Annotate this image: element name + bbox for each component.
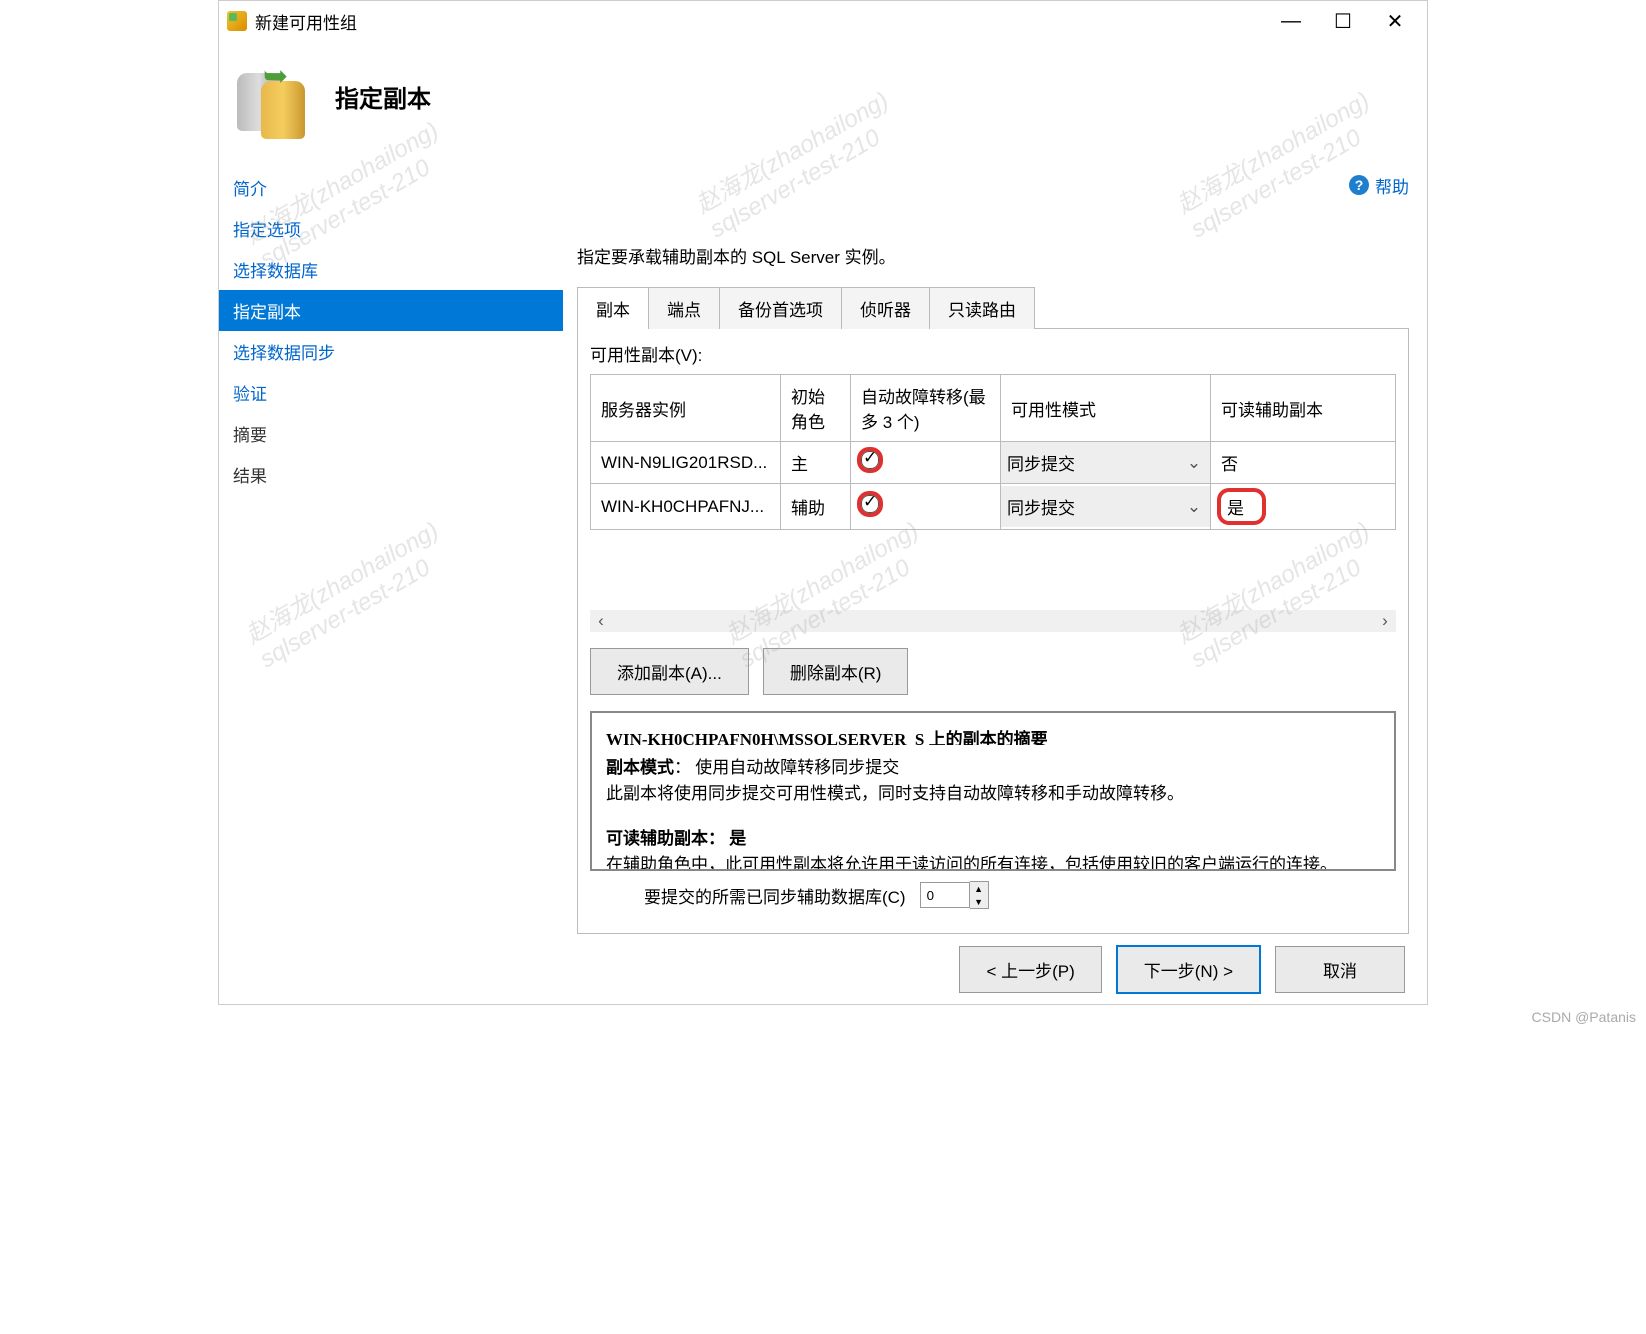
- tab-endpoints[interactable]: 端点: [648, 287, 720, 329]
- section-label: 可用性副本(V):: [590, 341, 1396, 366]
- commit-label: 要提交的所需已同步辅助数据库(C): [644, 883, 906, 908]
- replicas-table: 服务器实例 初始角色 自动故障转移(最多 3 个) 可用性模式 可读辅助副本 W…: [590, 374, 1396, 530]
- table-row[interactable]: WIN-KH0CHPAFNJ... 辅助 同步提交⌄ 是: [591, 484, 1396, 530]
- sidebar-item-data-sync[interactable]: 选择数据同步: [219, 331, 563, 372]
- tab-replicas[interactable]: 副本: [577, 287, 649, 329]
- col-server: 服务器实例: [591, 375, 781, 442]
- col-auto-failover: 自动故障转移(最多 3 个): [851, 375, 1001, 442]
- scroll-right-icon[interactable]: ›: [1374, 611, 1396, 631]
- prev-button[interactable]: < 上一步(P): [959, 946, 1101, 993]
- spin-up-icon[interactable]: ▲: [970, 882, 988, 895]
- footer: < 上一步(P) 下一步(N) > 取消: [219, 934, 1427, 1004]
- col-mode: 可用性模式: [1001, 375, 1211, 442]
- sidebar-item-intro[interactable]: 简介: [219, 167, 563, 208]
- cell-role: 辅助: [781, 484, 851, 530]
- window-title: 新建可用性组: [255, 9, 1279, 34]
- sidebar-item-result[interactable]: 结果: [219, 454, 563, 495]
- attribution: CSDN @Patanis: [0, 1005, 1646, 1029]
- scroll-left-icon[interactable]: ‹: [590, 611, 612, 631]
- chevron-down-icon[interactable]: ⌄: [1184, 453, 1204, 473]
- sidebar: 简介 指定选项 选择数据库 指定副本 选择数据同步 验证 摘要 结果: [219, 151, 563, 934]
- titlebar: 新建可用性组 — ☐ ✕: [219, 1, 1427, 41]
- mode-select[interactable]: 同步提交: [1007, 450, 1184, 475]
- tab-readonly-routing[interactable]: 只读路由: [929, 287, 1035, 329]
- app-icon: [227, 11, 247, 31]
- cell-server: WIN-N9LIG201RSD...: [591, 442, 781, 484]
- cell-readable[interactable]: 是: [1221, 492, 1262, 521]
- tab-listener[interactable]: 侦听器: [841, 287, 930, 329]
- info-header: WIN-KH0CHPAFN0H\MSSQLSERVER_S 上的副本的摘要: [606, 727, 1374, 745]
- auto-failover-checkbox[interactable]: [861, 495, 879, 513]
- instruction-text: 指定要承载辅助副本的 SQL Server 实例。: [577, 243, 1409, 268]
- info-read-desc: 在辅助角色中，此可用性副本将允许用于读访问的所有连接，包括使用较旧的客户端运行的…: [606, 852, 1374, 871]
- info-mode-desc: 此副本将使用同步提交可用性模式，同时支持自动故障转移和手动故障转移。: [606, 781, 1374, 807]
- info-read-label: 可读辅助副本： 是: [606, 829, 746, 848]
- commit-count-input[interactable]: [920, 882, 970, 908]
- table-row[interactable]: WIN-N9LIG201RSD... 主 同步提交⌄ 否: [591, 442, 1396, 484]
- sidebar-item-summary[interactable]: 摘要: [219, 413, 563, 454]
- help-link[interactable]: ? 帮助: [1349, 173, 1409, 198]
- remove-replica-button[interactable]: 删除副本(R): [763, 648, 909, 695]
- cell-readable[interactable]: 否: [1211, 442, 1396, 484]
- wizard-icon: ➥: [233, 59, 307, 133]
- col-readable: 可读辅助副本: [1211, 375, 1396, 442]
- sidebar-item-options[interactable]: 指定选项: [219, 208, 563, 249]
- auto-failover-checkbox[interactable]: [861, 451, 879, 469]
- mode-select[interactable]: 同步提交: [1007, 494, 1184, 519]
- sidebar-item-validate[interactable]: 验证: [219, 372, 563, 413]
- spin-down-icon[interactable]: ▼: [970, 895, 988, 908]
- help-icon: ?: [1349, 175, 1369, 195]
- close-button[interactable]: ✕: [1383, 9, 1407, 33]
- horizontal-scrollbar[interactable]: ‹ ›: [590, 610, 1396, 632]
- tabs: 副本 端点 备份首选项 侦听器 只读路由: [577, 286, 1409, 329]
- add-replica-button[interactable]: 添加副本(A)...: [590, 648, 749, 695]
- cell-role: 主: [781, 442, 851, 484]
- help-label: 帮助: [1375, 173, 1409, 198]
- sidebar-item-select-db[interactable]: 选择数据库: [219, 249, 563, 290]
- sidebar-item-replicas[interactable]: 指定副本: [219, 290, 563, 331]
- col-role: 初始角色: [781, 375, 851, 442]
- next-button[interactable]: 下一步(N) >: [1116, 945, 1261, 994]
- cancel-button[interactable]: 取消: [1275, 946, 1405, 993]
- cell-server: WIN-KH0CHPAFNJ...: [591, 484, 781, 530]
- page-title: 指定副本: [335, 79, 431, 114]
- chevron-down-icon[interactable]: ⌄: [1184, 497, 1204, 517]
- info-panel: WIN-KH0CHPAFN0H\MSSQLSERVER_S 上的副本的摘要 副本…: [590, 711, 1396, 871]
- maximize-button[interactable]: ☐: [1331, 9, 1355, 33]
- header: ➥ 指定副本: [219, 41, 1427, 151]
- minimize-button[interactable]: —: [1279, 9, 1303, 33]
- tab-backup-prefs[interactable]: 备份首选项: [719, 287, 842, 329]
